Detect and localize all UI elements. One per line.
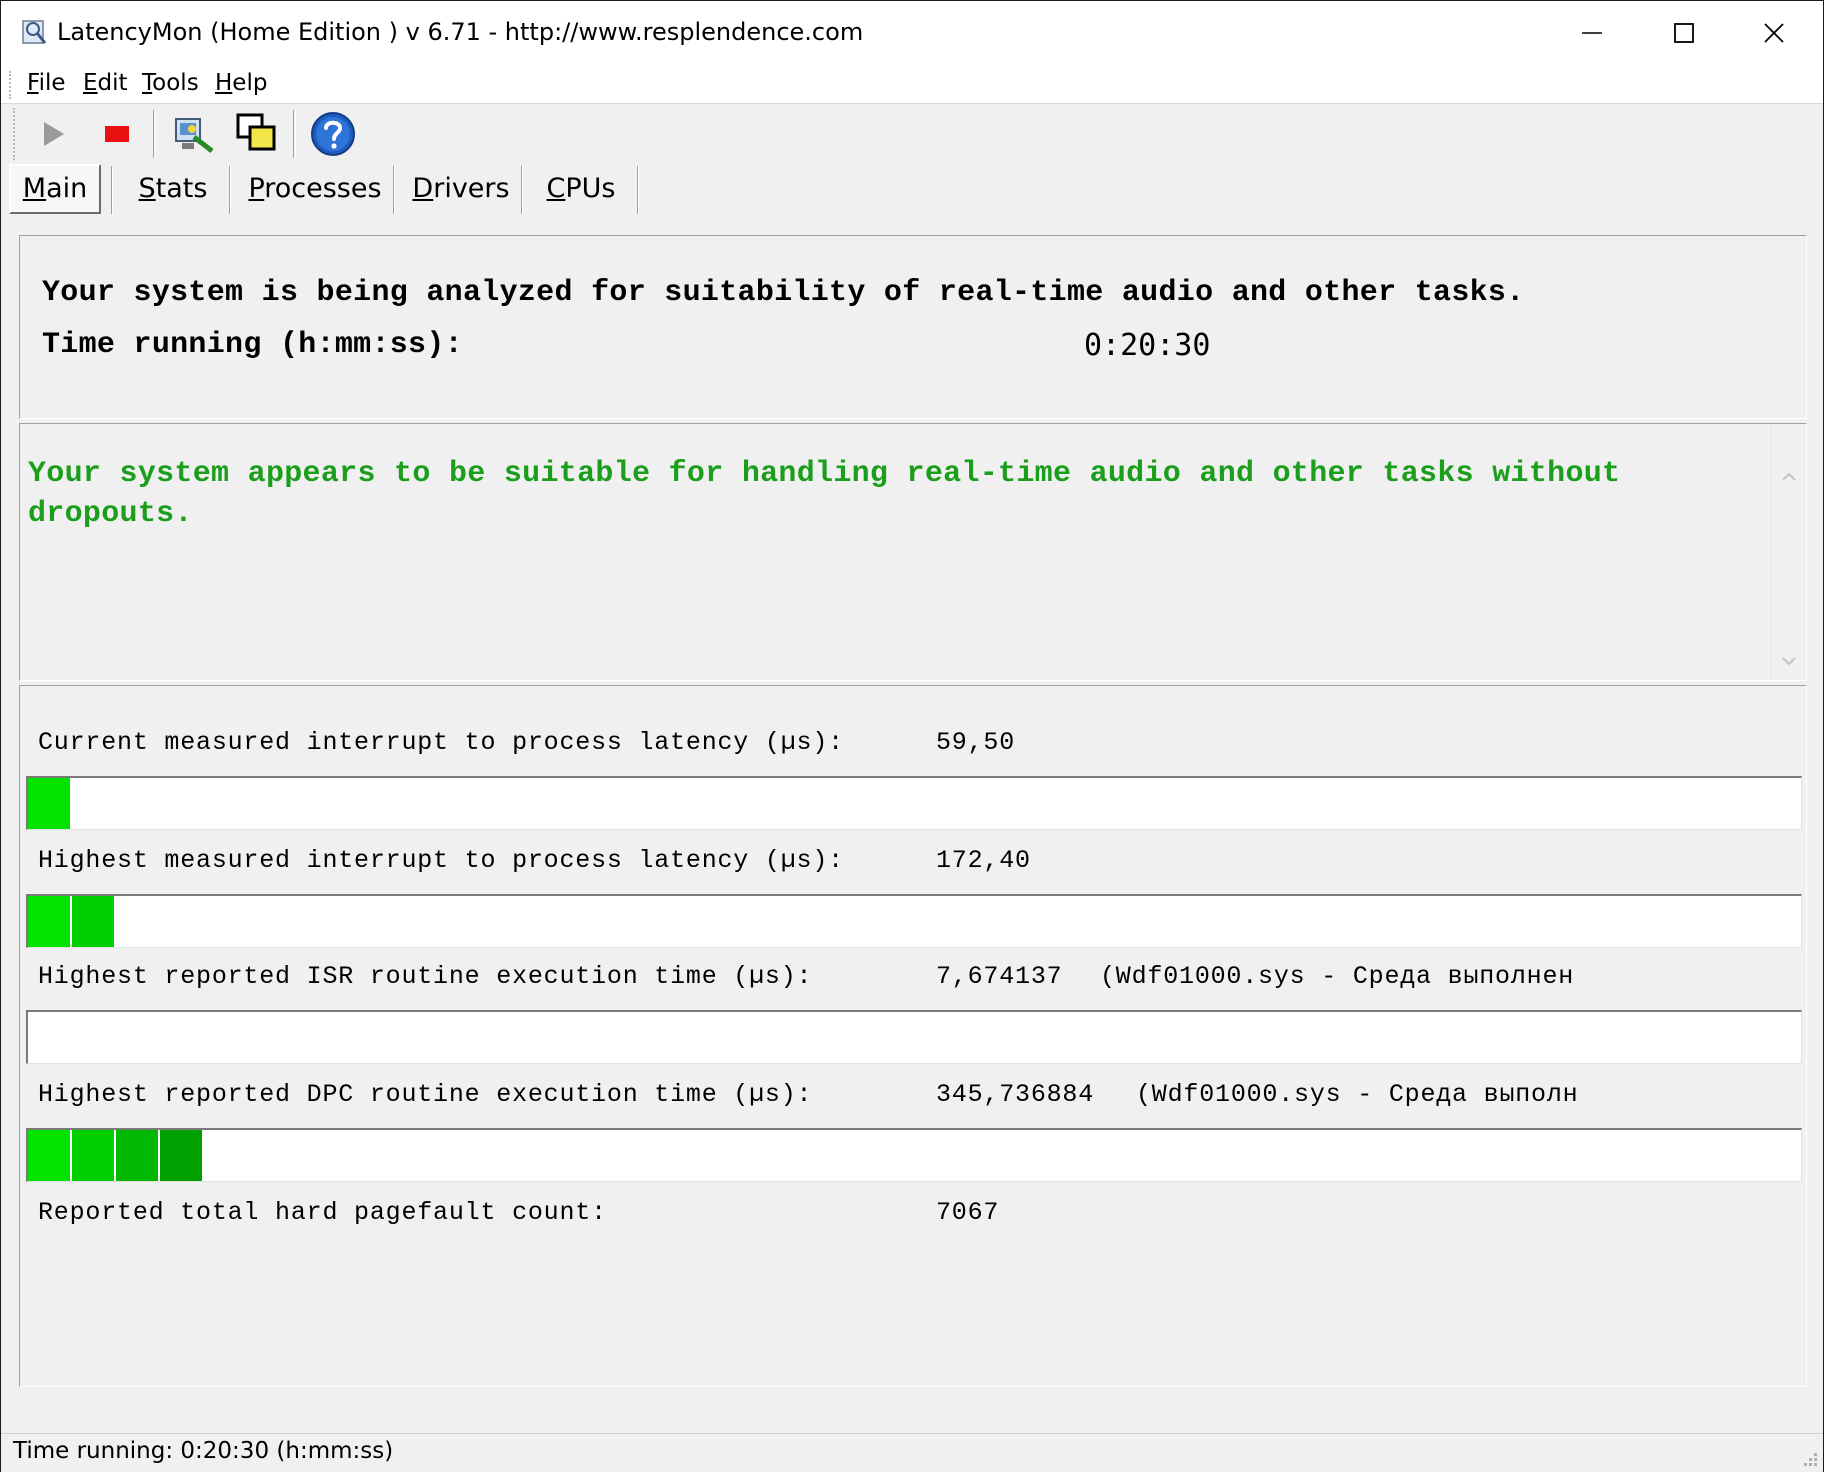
scroll-up-arrow[interactable]: [1778, 466, 1800, 488]
chevron-down-icon: [1782, 657, 1796, 666]
app-icon: [22, 20, 47, 44]
scroll-down-arrow[interactable]: [1778, 650, 1800, 672]
menu-help[interactable]: Help: [213, 67, 269, 99]
menu-tools[interactable]: Tools: [140, 67, 201, 99]
meter-block: [28, 1130, 70, 1181]
menu-edit[interactable]: Edit: [81, 67, 130, 99]
windows-icon: [236, 113, 276, 151]
current-latency-value: 59,50: [936, 728, 1016, 757]
menu-grip: [9, 71, 13, 99]
meter-fill: [28, 778, 72, 829]
meter-block: [28, 896, 70, 947]
time-running-value: 0:20:30: [1084, 328, 1211, 363]
tab-separator: [521, 166, 523, 214]
menu-bar: File Edit Tools Help: [1, 65, 1823, 104]
meter-block: [72, 1130, 114, 1181]
meter-block: [116, 1130, 158, 1181]
stop-icon: [105, 126, 129, 142]
highest-latency-label: Highest measured interrupt to process la…: [38, 846, 844, 875]
tab-cpus[interactable]: CPUs: [529, 164, 633, 214]
current-latency-label: Current measured interrupt to process la…: [38, 728, 844, 757]
tab-separator: [637, 166, 639, 214]
meter-fill: [28, 896, 116, 947]
tab-separator: [111, 166, 113, 214]
analyze-icon: [175, 118, 214, 153]
highest-latency-value: 172,40: [936, 846, 1031, 875]
dpc-label: Highest reported DPC routine execution t…: [38, 1080, 813, 1109]
tab-drivers[interactable]: Drivers: [401, 164, 521, 214]
analyze-button[interactable]: [167, 108, 219, 160]
isr-value: 7,674137: [936, 962, 1063, 991]
maximize-icon: [1674, 23, 1694, 43]
verdict-panel: Your system appears to be suitable for h…: [19, 423, 1807, 681]
verdict-scrollbar[interactable]: [1771, 424, 1806, 680]
meter-block: [160, 1130, 202, 1181]
menu-file[interactable]: File: [25, 67, 68, 99]
close-icon: [1764, 23, 1784, 43]
dpc-driver: (Wdf01000.sys - Среда выполн: [1136, 1080, 1579, 1109]
metrics-panel: Current measured interrupt to process la…: [19, 685, 1807, 1387]
status-text: Time running: 0:20:30 (h:mm:ss): [13, 1438, 394, 1464]
toolbar-grip: [13, 108, 17, 160]
close-button[interactable]: [1729, 1, 1819, 65]
dpc-meter: [26, 1128, 1802, 1182]
minimize-button[interactable]: [1547, 1, 1637, 65]
pagefault-label: Reported total hard pagefault count:: [38, 1198, 607, 1227]
isr-label: Highest reported ISR routine execution t…: [38, 962, 813, 991]
isr-driver: (Wdf01000.sys - Среда выполнен: [1100, 962, 1575, 991]
verdict-text: Your system appears to be suitable for h…: [28, 457, 1621, 531]
meter-block: [72, 896, 114, 947]
title-bar[interactable]: LatencyMon (Home Edition ) v 6.71 - http…: [1, 1, 1823, 65]
resize-grip-icon[interactable]: [1797, 1448, 1819, 1470]
tab-main[interactable]: Main: [9, 164, 101, 214]
dpc-value: 345,736884: [936, 1080, 1095, 1109]
help-icon: [311, 112, 355, 156]
play-icon: [44, 122, 64, 146]
analysis-panel: Your system is being analyzed for suitab…: [19, 235, 1807, 419]
toolbar-separator: [153, 110, 156, 158]
time-running-label: Time running (h:mm:ss):: [42, 328, 463, 362]
tab-processes[interactable]: Processes: [237, 164, 393, 214]
tab-separator: [229, 166, 231, 214]
pagefault-value: 7067: [936, 1198, 1000, 1227]
toolbar: [1, 104, 1823, 164]
start-button[interactable]: [27, 108, 79, 160]
help-button[interactable]: [307, 108, 359, 160]
analysis-message: Your system is being analyzed for suitab…: [42, 276, 1525, 310]
highest-latency-meter: [26, 894, 1802, 948]
window-title: LatencyMon (Home Edition ) v 6.71 - http…: [57, 18, 864, 46]
meter-fill: [28, 1130, 204, 1181]
minimize-icon: [1582, 32, 1602, 34]
windows-button[interactable]: [231, 108, 283, 160]
status-bar: Time running: 0:20:30 (h:mm:ss): [1, 1433, 1823, 1472]
chevron-up-icon: [1782, 472, 1796, 481]
tab-stats[interactable]: Stats: [117, 164, 229, 214]
stop-button[interactable]: [91, 108, 143, 160]
toolbar-separator: [293, 110, 296, 158]
meter-block: [28, 778, 70, 829]
latencymon-window: LatencyMon (Home Edition ) v 6.71 - http…: [0, 0, 1824, 1472]
tab-separator: [393, 166, 395, 214]
maximize-button[interactable]: [1639, 1, 1729, 65]
current-latency-meter: [26, 776, 1802, 830]
isr-meter: [26, 1010, 1802, 1064]
